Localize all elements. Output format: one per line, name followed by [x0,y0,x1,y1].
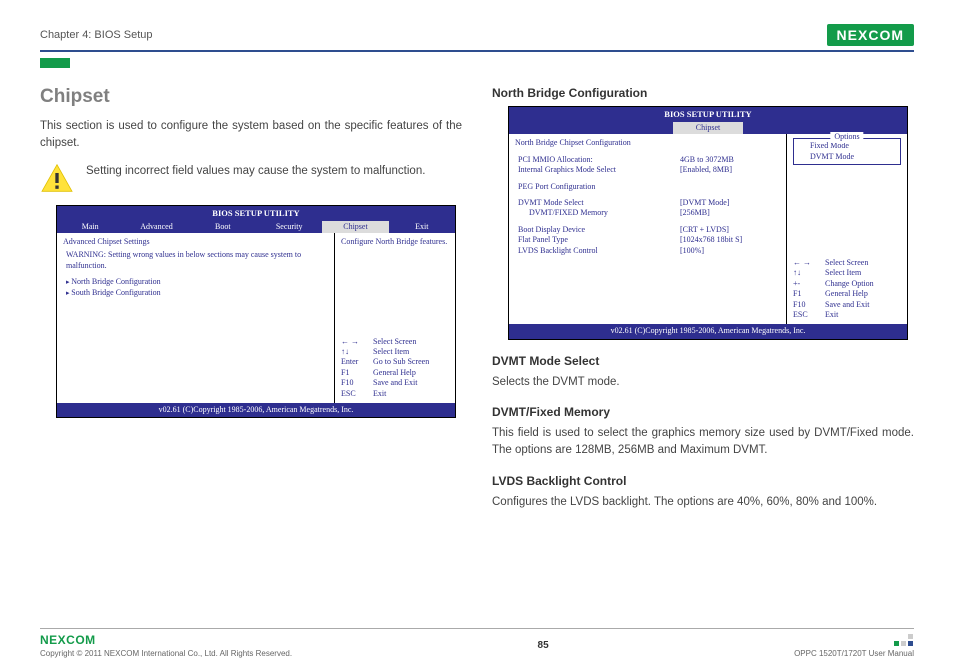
dvmt-mode-body: Selects the DVMT mode. [492,374,914,391]
copyright: Copyright © 2011 NEXCOM International Co… [40,649,292,658]
bios-tab-security: Security [256,221,322,233]
footer-squares-icon [894,633,914,649]
bios-key-legend: ← →Select Screen ↑↓Select Item EnterGo t… [341,337,449,399]
bios-footer: v02.61 (C)Copyright 1985-2006, American … [509,324,907,338]
brand-logo: NEXCOM [827,24,914,46]
intro-text: This section is used to configure the sy… [40,118,462,153]
warning-icon [40,163,74,193]
manual-label: OPPC 1520T/1720T User Manual [794,649,914,658]
bios-tab-chipset: Chipset [322,221,388,233]
bios-title: BIOS SETUP UTILITY [57,206,455,221]
section-title: Chipset [40,86,462,108]
bios-screenshot-chipset: BIOS SETUP UTILITY Main Advanced Boot Se… [56,205,456,419]
bios-tab-exit: Exit [389,221,455,233]
dvmt-fixed-body: This field is used to select the graphic… [492,425,914,460]
footer-logo: NEXCOM [40,633,96,647]
dvmt-mode-title: DVMT Mode Select [492,354,914,368]
page-number: 85 [538,640,549,651]
bios-tab-boot: Boot [190,221,256,233]
lvds-body: Configures the LVDS backlight. The optio… [492,494,914,511]
warning-text: Setting incorrect field values may cause… [86,163,425,180]
chapter-label: Chapter 4: BIOS Setup [40,29,153,41]
dvmt-fixed-title: DVMT/Fixed Memory [492,405,914,419]
bios-tab-chipset: Chipset [673,122,743,134]
bios-tab-advanced: Advanced [123,221,189,233]
bios-title: BIOS SETUP UTILITY [509,107,907,122]
nb-config-title: North Bridge Configuration [492,86,914,100]
bios-tab-main: Main [57,221,123,233]
accent-stub [40,58,70,68]
bios-item-sb: South Bridge Configuration [63,288,328,298]
bios-warning: WARNING: Setting wrong values in below s… [63,250,328,271]
bios-heading: North Bridge Chipset Configuration [515,138,780,148]
bios-heading: Advanced Chipset Settings [63,237,328,247]
bios-options-box: Options Fixed Mode DVMT Mode [793,138,901,165]
bios-item-nb: North Bridge Configuration [63,277,328,287]
bios-tabs: Main Advanced Boot Security Chipset Exit [57,221,455,233]
bios-screenshot-nb: BIOS SETUP UTILITY Chipset North Bridge … [508,106,908,340]
lvds-title: LVDS Backlight Control [492,474,914,488]
bios-key-legend: ← →Select Screen ↑↓Select Item +-Change … [793,258,901,320]
bios-hint: Configure North Bridge features. [341,237,449,247]
bios-footer: v02.61 (C)Copyright 1985-2006, American … [57,403,455,417]
